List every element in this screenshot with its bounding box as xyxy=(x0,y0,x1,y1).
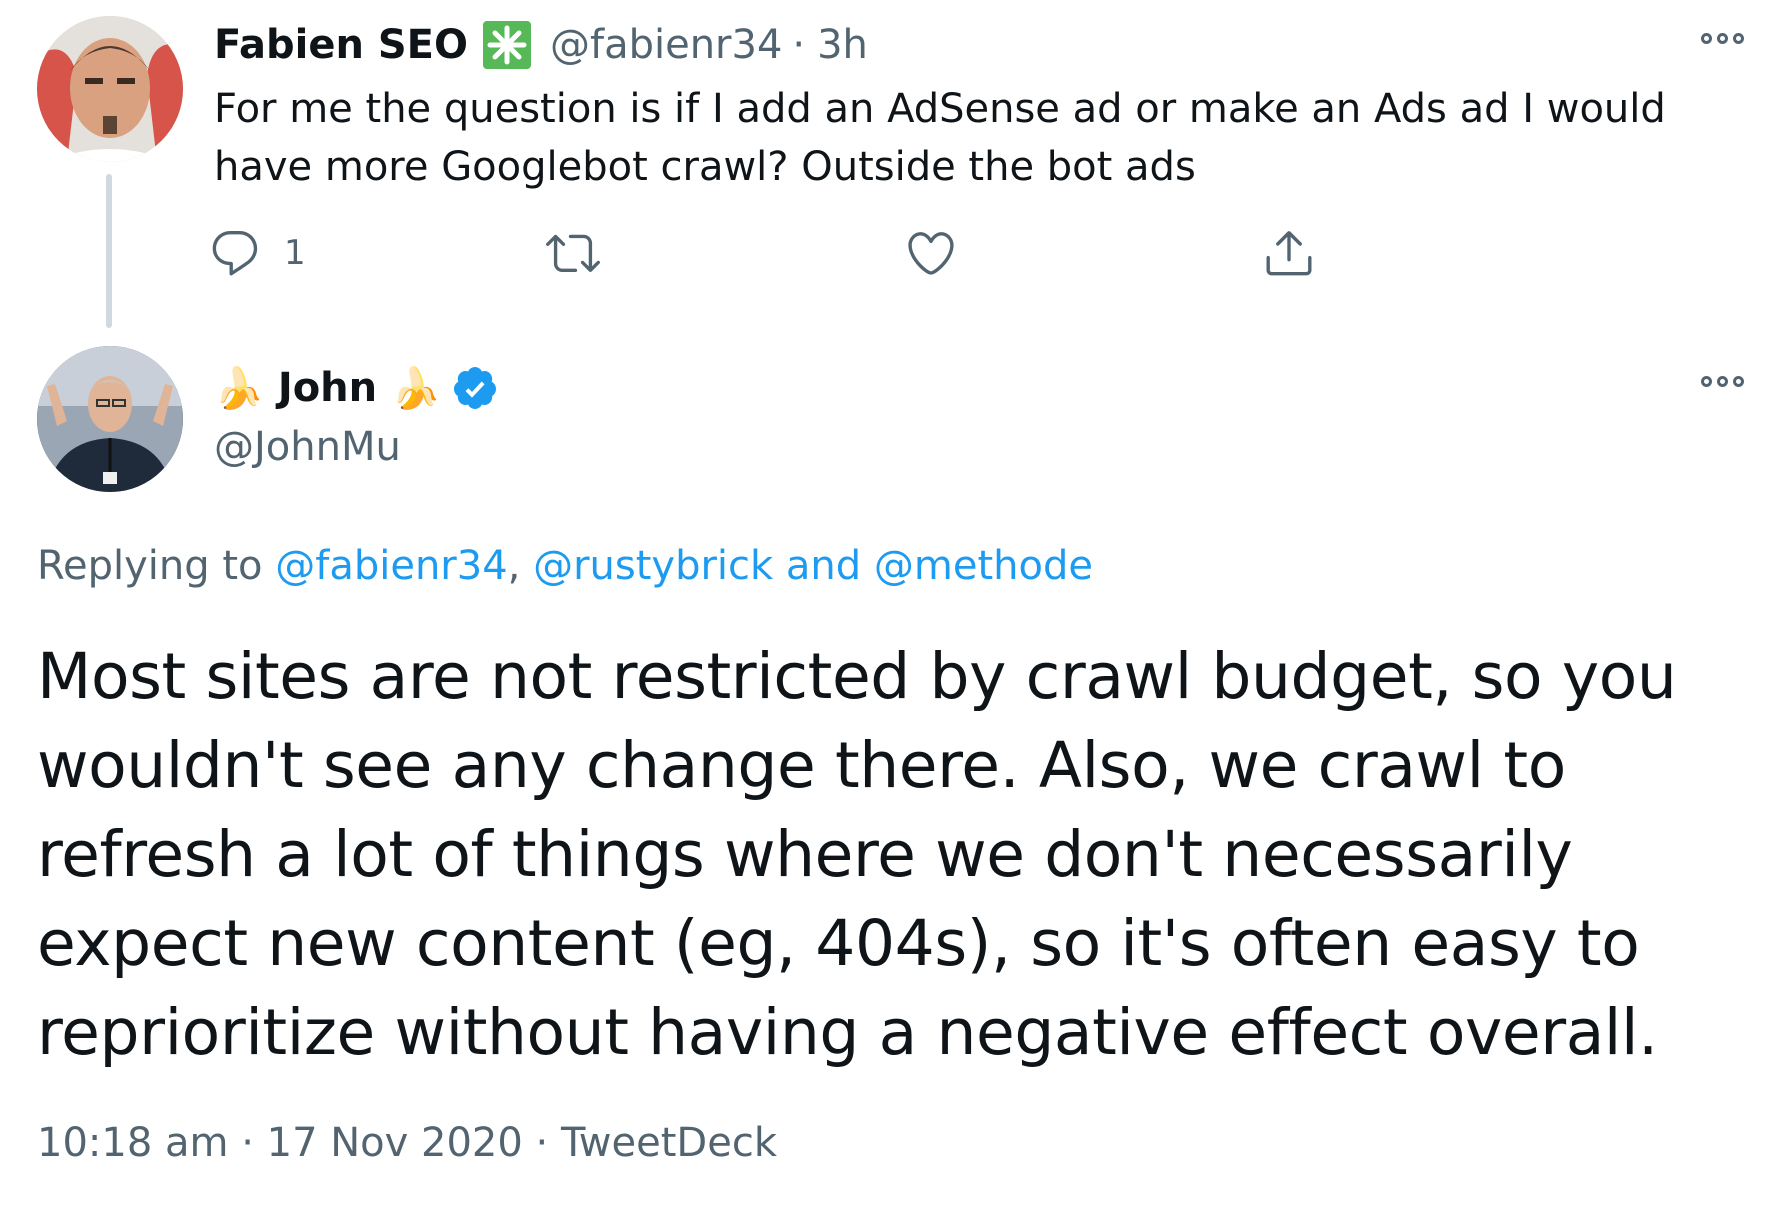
replying-to-line: Replying to @fabienr34, @rustybrick and … xyxy=(37,543,1093,589)
reply-bubble-icon xyxy=(212,231,258,276)
mention-link[interactable]: @rustybrick xyxy=(533,543,773,589)
green-asterisk-badge-icon xyxy=(482,20,532,70)
tweet-time[interactable]: 10:18 am xyxy=(37,1120,228,1166)
fabien-avatar[interactable] xyxy=(37,16,183,162)
mention-link[interactable]: @fabienr34 xyxy=(275,543,507,589)
reply-header: Fabien SEO @fabienr34 · 3h xyxy=(214,17,868,73)
tweet-footer: 10:18 am · 17 Nov 2020 · TweetDeck xyxy=(37,1120,777,1166)
reply-author-handle[interactable]: @fabienr34 xyxy=(550,22,782,68)
reply-author-name[interactable]: Fabien SEO xyxy=(214,22,468,68)
reply-action-bar: 1 xyxy=(212,226,1514,286)
share-icon xyxy=(1266,231,1312,276)
reply-action[interactable]: 1 xyxy=(208,226,306,280)
reply-timestamp[interactable]: 3h xyxy=(817,22,868,68)
fabien-avatar-image xyxy=(37,16,183,162)
main-more-options-icon[interactable] xyxy=(1701,376,1744,387)
john-avatar[interactable] xyxy=(37,346,183,492)
verified-badge-icon xyxy=(451,364,499,412)
john-avatar-image xyxy=(37,346,183,492)
heart-icon xyxy=(908,232,954,275)
replying-to-label: Replying to xyxy=(37,543,263,589)
mention-separator: , xyxy=(507,543,521,589)
reply-count: 1 xyxy=(284,233,306,273)
like-action[interactable] xyxy=(904,226,958,280)
main-header: 🍌 John 🍌 xyxy=(214,360,499,416)
retweet-action[interactable] xyxy=(546,226,600,280)
reply-separator: · xyxy=(792,22,806,68)
main-author-name[interactable]: John xyxy=(278,365,377,411)
reply-more-options-icon[interactable] xyxy=(1701,33,1744,44)
thread-connector-line xyxy=(106,174,112,328)
main-author-handle[interactable]: @JohnMu xyxy=(214,424,401,470)
banana-emoji-icon: 🍌 xyxy=(214,365,264,412)
share-action[interactable] xyxy=(1262,226,1316,280)
footer-separator: · xyxy=(241,1120,254,1166)
retweet-icon xyxy=(546,234,600,273)
mention-link[interactable]: @methode xyxy=(874,543,1093,589)
banana-emoji-icon: 🍌 xyxy=(391,365,441,412)
mention-and: and xyxy=(785,543,862,589)
footer-separator: · xyxy=(535,1120,549,1166)
tweet-source[interactable]: TweetDeck xyxy=(561,1120,777,1166)
reply-tweet-text: For me the question is if I add an AdSen… xyxy=(214,86,1666,190)
main-tweet-text: Most sites are not restricted by crawl b… xyxy=(37,640,1677,1069)
tweet-date[interactable]: 17 Nov 2020 xyxy=(267,1120,523,1166)
